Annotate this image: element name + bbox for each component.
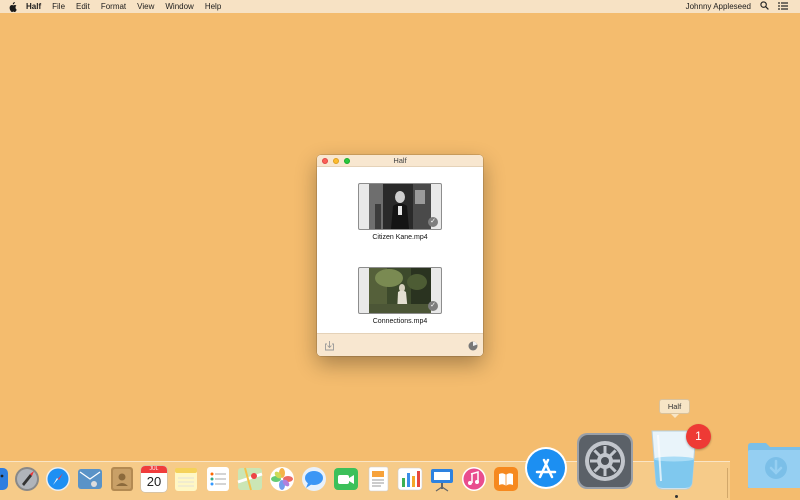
downloads-folder-icon[interactable] bbox=[746, 440, 800, 490]
connections-frame-image bbox=[369, 268, 431, 313]
window-titlebar[interactable]: Half bbox=[317, 155, 483, 167]
safari-icon[interactable] bbox=[45, 466, 71, 492]
calendar-icon[interactable]: JUL 20 bbox=[141, 466, 167, 492]
dock-separator bbox=[727, 468, 728, 498]
spotlight-search-icon[interactable] bbox=[760, 1, 769, 12]
video-thumbnail[interactable]: ✓ bbox=[358, 267, 442, 314]
messages-icon[interactable] bbox=[301, 466, 327, 492]
export-icon[interactable] bbox=[324, 340, 335, 351]
calendar-day: 20 bbox=[146, 474, 162, 489]
menu-bar: Half File Edit Format View Window Help J… bbox=[0, 0, 800, 13]
app-store-icon[interactable] bbox=[524, 446, 568, 490]
contacts-icon[interactable] bbox=[109, 466, 135, 492]
progress-pie-icon[interactable] bbox=[468, 341, 478, 351]
window-title: Half bbox=[393, 156, 407, 165]
citizen-kane-frame-image bbox=[369, 184, 431, 229]
maps-icon[interactable] bbox=[237, 466, 263, 492]
calendar-month: JUL bbox=[141, 466, 167, 473]
photos-icon[interactable] bbox=[269, 466, 295, 492]
dock-tooltip: Half bbox=[659, 399, 690, 418]
itunes-icon[interactable] bbox=[461, 466, 487, 492]
mail-icon[interactable] bbox=[77, 466, 103, 492]
running-indicator bbox=[675, 495, 678, 498]
status-checkmark-icon: ✓ bbox=[428, 217, 438, 227]
video-filename: Citizen Kane.mp4 bbox=[372, 234, 428, 241]
menu-edit[interactable]: Edit bbox=[76, 2, 90, 11]
menu-help[interactable]: Help bbox=[205, 2, 221, 11]
status-checkmark-icon: ✓ bbox=[428, 301, 438, 311]
user-name[interactable]: Johnny Appleseed bbox=[686, 2, 751, 11]
finder-icon[interactable] bbox=[0, 466, 8, 492]
half-window: Half ✓ Citizen Kane.mp4 ✓ Connections.mp… bbox=[317, 155, 483, 356]
apple-menu-icon[interactable] bbox=[8, 1, 20, 12]
keynote-icon[interactable] bbox=[429, 466, 455, 492]
video-filename: Connections.mp4 bbox=[372, 318, 428, 325]
launchpad-icon[interactable] bbox=[14, 466, 40, 492]
pages-icon[interactable] bbox=[365, 466, 391, 492]
facetime-icon[interactable] bbox=[333, 466, 359, 492]
menu-file[interactable]: File bbox=[52, 2, 65, 11]
menu-view[interactable]: View bbox=[137, 2, 154, 11]
numbers-icon[interactable] bbox=[397, 466, 423, 492]
notes-icon[interactable] bbox=[173, 466, 199, 492]
system-preferences-icon[interactable] bbox=[576, 432, 634, 490]
ibooks-icon[interactable] bbox=[493, 466, 519, 492]
video-item[interactable]: ✓ Connections.mp4 bbox=[317, 267, 483, 337]
menu-format[interactable]: Format bbox=[101, 2, 126, 11]
notification-center-icon[interactable] bbox=[778, 1, 788, 12]
video-item[interactable]: ✓ Citizen Kane.mp4 bbox=[317, 183, 483, 253]
menu-window[interactable]: Window bbox=[165, 2, 193, 11]
menu-app-name[interactable]: Half bbox=[26, 2, 41, 11]
window-bottom-bar bbox=[317, 333, 483, 356]
reminders-icon[interactable] bbox=[205, 466, 231, 492]
notification-badge: 1 bbox=[686, 424, 711, 449]
video-thumbnail[interactable]: ✓ bbox=[358, 183, 442, 230]
